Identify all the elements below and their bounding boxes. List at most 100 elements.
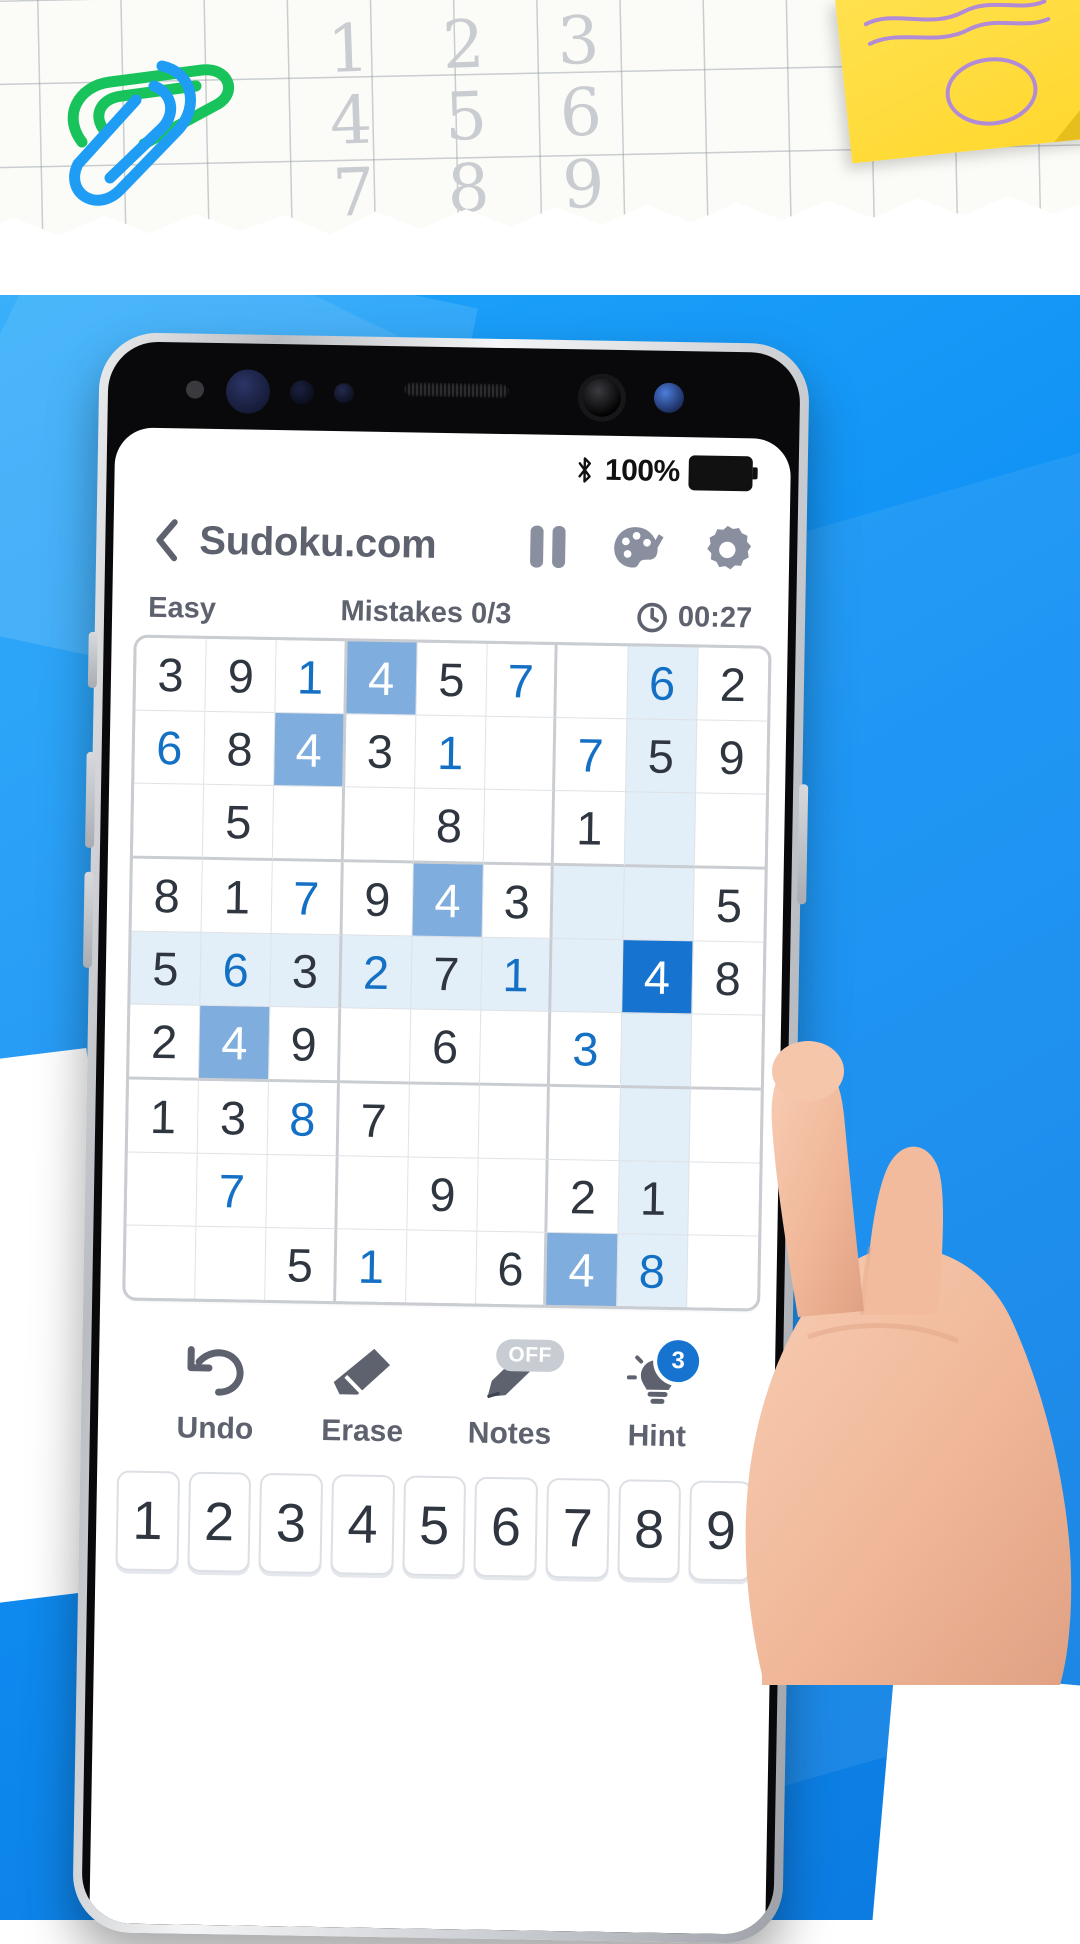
sudoku-cell-r2c9[interactable]: 9: [695, 720, 768, 795]
numpad-key-5[interactable]: 5: [402, 1475, 467, 1577]
sudoku-cell-r2c5[interactable]: 1: [414, 715, 487, 790]
sudoku-cell-r9c5[interactable]: [406, 1230, 478, 1304]
sudoku-cell-r5c4[interactable]: 2: [340, 935, 413, 1010]
phone-button-volume-down[interactable]: [82, 871, 94, 968]
gear-icon[interactable]: [701, 523, 754, 576]
sudoku-cell-r8c5[interactable]: 9: [407, 1157, 479, 1232]
sudoku-cell-r8c4[interactable]: [337, 1156, 409, 1231]
sudoku-cell-r9c4[interactable]: 1: [335, 1229, 408, 1303]
sudoku-cell-r1c6[interactable]: 7: [486, 643, 558, 718]
sudoku-cell-r6c1[interactable]: 2: [128, 1004, 201, 1081]
sudoku-cell-r5c5[interactable]: 7: [411, 936, 483, 1011]
sudoku-cell-r7c9[interactable]: [689, 1089, 761, 1164]
sudoku-cell-r3c8[interactable]: [624, 792, 696, 869]
sudoku-cell-r3c4[interactable]: [343, 787, 415, 864]
sudoku-cell-r3c6[interactable]: [483, 789, 556, 866]
sudoku-cell-r9c7[interactable]: 4: [546, 1232, 618, 1307]
sudoku-cell-r6c4[interactable]: [339, 1008, 412, 1085]
erase-button[interactable]: Erase: [297, 1338, 429, 1450]
sudoku-cell-r4c8[interactable]: [623, 867, 695, 942]
undo-button[interactable]: Undo: [150, 1335, 282, 1447]
sudoku-cell-r8c1[interactable]: [126, 1152, 198, 1227]
sudoku-cell-r7c3[interactable]: 8: [268, 1081, 340, 1157]
sudoku-cell-r2c2[interactable]: 8: [204, 711, 276, 787]
sudoku-cell-r8c9[interactable]: [688, 1162, 760, 1237]
sudoku-cell-r7c5[interactable]: [408, 1084, 481, 1159]
sudoku-cell-r9c8[interactable]: 8: [616, 1234, 689, 1308]
numpad-key-3[interactable]: 3: [258, 1472, 324, 1574]
sudoku-cell-r1c4[interactable]: 4: [346, 641, 418, 716]
sudoku-cell-r3c9[interactable]: [694, 793, 767, 870]
sudoku-cell-r6c6[interactable]: [480, 1010, 552, 1087]
sudoku-cell-r2c6[interactable]: [485, 716, 557, 791]
sudoku-cell-r9c9[interactable]: [686, 1235, 759, 1309]
notes-button[interactable]: OFF Notes: [444, 1339, 576, 1452]
phone-button-bixby[interactable]: [87, 631, 98, 688]
sudoku-cell-r7c6[interactable]: [478, 1085, 551, 1160]
sudoku-cell-r7c2[interactable]: 3: [197, 1080, 270, 1155]
sudoku-cell-r7c8[interactable]: [619, 1088, 691, 1163]
sudoku-cell-r9c2[interactable]: [195, 1226, 267, 1300]
sudoku-cell-r3c5[interactable]: 8: [413, 788, 486, 865]
sudoku-cell-r6c3[interactable]: 9: [269, 1007, 341, 1084]
sudoku-cell-r1c1[interactable]: 3: [135, 637, 207, 712]
sudoku-cell-r4c6[interactable]: 3: [482, 864, 555, 939]
sudoku-cell-r1c8[interactable]: 6: [626, 646, 699, 721]
number-pad[interactable]: 123456789: [95, 1444, 773, 1582]
numpad-key-2[interactable]: 2: [187, 1471, 252, 1573]
sudoku-cell-r6c7[interactable]: 3: [550, 1011, 622, 1089]
sudoku-cell-r5c6[interactable]: 1: [481, 937, 553, 1012]
sudoku-cell-r5c1[interactable]: 5: [130, 931, 202, 1006]
sudoku-cell-r1c7[interactable]: [556, 644, 629, 720]
sudoku-cell-r4c3[interactable]: 7: [271, 861, 344, 936]
sudoku-cell-r3c7[interactable]: 1: [554, 790, 626, 868]
numpad-key-6[interactable]: 6: [473, 1476, 539, 1578]
sudoku-cell-r8c2[interactable]: 7: [196, 1153, 269, 1228]
sudoku-cell-r2c8[interactable]: 5: [625, 719, 698, 794]
sudoku-cell-r6c5[interactable]: 6: [409, 1009, 482, 1086]
sudoku-cell-r2c3[interactable]: 4: [274, 713, 347, 788]
sudoku-cell-r3c1[interactable]: [132, 783, 205, 860]
sudoku-cell-r9c6[interactable]: 6: [476, 1231, 548, 1305]
sudoku-cell-r1c5[interactable]: 5: [416, 642, 488, 717]
sudoku-cell-r7c7[interactable]: [548, 1086, 621, 1162]
sudoku-cell-r4c4[interactable]: 9: [342, 862, 414, 937]
sudoku-cell-r2c1[interactable]: 6: [134, 710, 206, 785]
sudoku-cell-r9c3[interactable]: 5: [265, 1227, 338, 1302]
sudoku-cell-r6c9[interactable]: [690, 1014, 763, 1091]
sudoku-cell-r2c7[interactable]: 7: [555, 717, 627, 793]
sudoku-cell-r4c7[interactable]: [552, 865, 625, 941]
sudoku-cell-r2c4[interactable]: 3: [344, 714, 417, 789]
sudoku-cell-r5c3[interactable]: 3: [270, 934, 343, 1009]
hint-button[interactable]: 3 Hint: [592, 1335, 724, 1455]
sudoku-cell-r4c1[interactable]: 8: [131, 858, 204, 933]
numpad-key-8[interactable]: 8: [617, 1479, 682, 1581]
sudoku-cell-r5c8[interactable]: 4: [621, 940, 694, 1015]
sudoku-cell-r6c2[interactable]: 4: [199, 1005, 271, 1082]
numpad-key-1[interactable]: 1: [115, 1470, 180, 1572]
sudoku-board[interactable]: 3914576268431759581817943556327148249631…: [122, 634, 772, 1312]
sudoku-cell-r9c1[interactable]: [125, 1225, 197, 1299]
sudoku-cell-r1c3[interactable]: 1: [275, 640, 348, 715]
sudoku-cell-r4c5[interactable]: 4: [412, 863, 484, 938]
sudoku-cell-r4c2[interactable]: 1: [201, 859, 274, 935]
numpad-key-4[interactable]: 4: [330, 1474, 395, 1576]
numpad-key-7[interactable]: 7: [545, 1477, 610, 1579]
palette-icon[interactable]: [611, 522, 664, 575]
sudoku-cell-r8c7[interactable]: 2: [547, 1159, 620, 1235]
sudoku-cell-r4c9[interactable]: 5: [693, 868, 765, 943]
sudoku-cell-r3c2[interactable]: 5: [203, 784, 275, 862]
sudoku-cell-r5c2[interactable]: 6: [200, 932, 272, 1008]
phone-button-volume[interactable]: [85, 751, 96, 848]
sudoku-cell-r7c4[interactable]: 7: [338, 1083, 410, 1158]
sudoku-cell-r8c6[interactable]: [477, 1158, 549, 1233]
sudoku-cell-r6c8[interactable]: [620, 1013, 692, 1090]
sudoku-cell-r8c3[interactable]: [266, 1154, 339, 1230]
sudoku-cell-r5c7[interactable]: [551, 938, 624, 1014]
sudoku-cell-r5c9[interactable]: 8: [691, 941, 764, 1016]
chevron-left-icon[interactable]: [149, 517, 184, 564]
notes-toggle-badge[interactable]: OFF: [496, 1339, 565, 1373]
numpad-key-9[interactable]: 9: [688, 1480, 754, 1582]
sudoku-cell-r1c9[interactable]: 2: [697, 647, 769, 722]
sudoku-cell-r7c1[interactable]: 1: [127, 1079, 200, 1154]
